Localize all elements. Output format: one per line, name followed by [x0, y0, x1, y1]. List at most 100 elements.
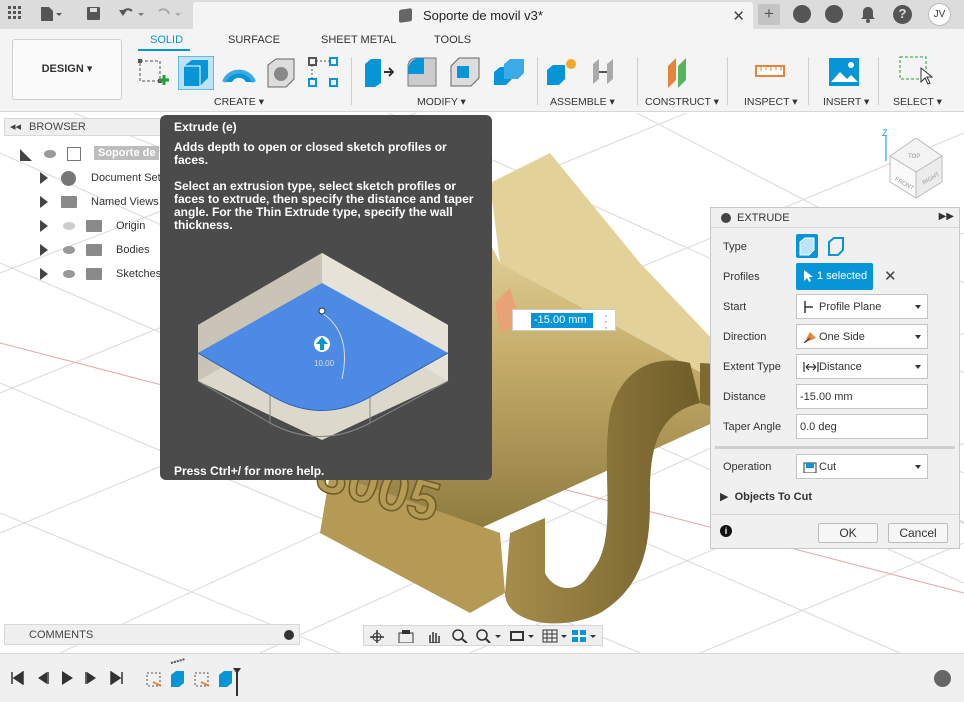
expand-toggle[interactable]: [40, 220, 48, 232]
expand-dialog-icon[interactable]: ▶▶: [939, 211, 954, 222]
start-select[interactable]: Profile Plane: [796, 294, 928, 319]
undo-icon[interactable]: [118, 6, 146, 23]
canvas-distance-value[interactable]: -15.00 mm: [531, 313, 593, 328]
visibility-eye-icon[interactable]: [63, 270, 75, 278]
collapse-browser-icon[interactable]: ◂◂: [10, 120, 21, 133]
display-settings-icon[interactable]: [509, 629, 537, 643]
go-to-end-icon[interactable]: [110, 671, 124, 685]
offset-plane-icon[interactable]: [664, 56, 696, 88]
expand-toggle[interactable]: [40, 268, 48, 280]
tab-surface[interactable]: SURFACE: [228, 34, 280, 46]
step-back-icon[interactable]: [35, 671, 49, 685]
extrude-dialog-header[interactable]: EXTRUDE ▶▶: [711, 208, 959, 228]
comments-panel[interactable]: COMMENTS: [4, 624, 300, 645]
close-tab-icon[interactable]: ✕: [732, 7, 745, 25]
expand-toggle[interactable]: [40, 244, 48, 256]
taper-angle-value[interactable]: 0.0 deg: [800, 421, 837, 433]
objects-to-cut-section[interactable]: ▶ Objects To Cut: [720, 490, 812, 503]
expand-toggle[interactable]: [20, 149, 32, 161]
select-menu[interactable]: SELECT ▾: [893, 96, 942, 108]
distance-input[interactable]: -15.00 mm: [796, 384, 928, 409]
browser-item-document-settings[interactable]: Document Sett: [40, 169, 164, 189]
select-icon[interactable]: [899, 56, 934, 88]
modify-menu[interactable]: MODIFY ▾: [417, 96, 466, 108]
insert-menu[interactable]: INSERT ▾: [823, 96, 869, 108]
fillet-icon[interactable]: [406, 56, 438, 88]
type-solid-button[interactable]: [796, 234, 818, 258]
look-at-icon[interactable]: [398, 629, 414, 643]
assemble-menu[interactable]: ASSEMBLE ▾: [550, 96, 615, 108]
save-icon[interactable]: [86, 6, 102, 23]
create-menu[interactable]: CREATE ▾: [214, 96, 264, 108]
shell-icon[interactable]: [449, 56, 481, 88]
inspect-menu[interactable]: INSPECT ▾: [744, 96, 798, 108]
canvas-distance-input[interactable]: -15.00 mm · · ·: [512, 309, 616, 333]
tab-tools[interactable]: TOOLS: [434, 34, 471, 46]
more-options-icon[interactable]: · · ·: [604, 309, 608, 333]
distance-value[interactable]: -15.00 mm: [800, 391, 853, 403]
visibility-eye-icon[interactable]: [63, 246, 75, 254]
new-tab-button[interactable]: +: [758, 4, 780, 25]
zoom-icon[interactable]: [452, 629, 468, 643]
revolve-icon[interactable]: [222, 56, 256, 88]
type-thin-button[interactable]: [825, 234, 847, 258]
grid-icon[interactable]: [8, 6, 22, 23]
tab-sheet-metal[interactable]: SHEET METAL: [321, 34, 396, 46]
timeline-extrude-1[interactable]: [171, 671, 184, 687]
job-status-icon[interactable]: [825, 5, 843, 23]
timeline-extrude-2[interactable]: [219, 671, 232, 687]
taper-angle-input[interactable]: 0.0 deg: [796, 414, 928, 439]
redo-icon[interactable]: [155, 6, 183, 23]
hole-icon[interactable]: [265, 56, 297, 88]
step-forward-icon[interactable]: [85, 671, 99, 685]
view-cube[interactable]: Z TOP FRONT RIGHT: [876, 126, 956, 206]
tab-solid[interactable]: SOLID: [150, 34, 183, 46]
clear-selection-icon[interactable]: ✕: [884, 267, 897, 285]
timeline-marker[interactable]: [233, 668, 241, 696]
viewports-icon[interactable]: [571, 629, 599, 643]
collapse-dialog-icon[interactable]: [721, 213, 731, 223]
expand-toggle[interactable]: [40, 172, 48, 184]
grid-settings-icon[interactable]: [542, 629, 570, 643]
expand-chevron-icon[interactable]: ▶: [720, 491, 728, 503]
help-icon[interactable]: ?: [893, 5, 912, 24]
create-sketch-icon[interactable]: [137, 56, 169, 88]
ok-button[interactable]: OK: [818, 523, 878, 543]
gear-icon[interactable]: [934, 670, 951, 687]
extent-type-select[interactable]: Distance: [796, 354, 928, 379]
document-tab[interactable]: Soporte de movil v3* ✕: [193, 2, 753, 29]
browser-item-root[interactable]: Soporte de: [20, 145, 160, 165]
measure-icon[interactable]: [754, 56, 786, 88]
insert-image-icon[interactable]: [828, 56, 860, 88]
press-pull-icon[interactable]: [362, 56, 395, 88]
profiles-selection-button[interactable]: 1 selected: [796, 263, 873, 290]
info-icon[interactable]: i: [720, 525, 732, 537]
visibility-eye-icon[interactable]: [44, 150, 56, 158]
direction-select[interactable]: One Side: [796, 324, 928, 349]
timeline-sketch-1[interactable]: [146, 672, 162, 687]
go-to-start-icon[interactable]: [10, 671, 24, 685]
add-comment-icon[interactable]: [284, 630, 294, 640]
workspace-switcher[interactable]: DESIGN ▾: [12, 39, 122, 100]
cancel-button[interactable]: Cancel: [888, 523, 948, 543]
visibility-eye-icon[interactable]: [63, 222, 75, 230]
file-icon[interactable]: [40, 6, 62, 23]
notifications-icon[interactable]: [860, 6, 876, 23]
play-icon[interactable]: [60, 671, 74, 685]
joint-icon[interactable]: [589, 56, 621, 88]
zoom-window-icon[interactable]: [476, 629, 504, 643]
construct-menu[interactable]: CONSTRUCT ▾: [645, 96, 719, 108]
extensions-icon[interactable]: [793, 5, 811, 23]
new-component-icon[interactable]: [545, 56, 577, 88]
expand-toggle[interactable]: [40, 196, 48, 208]
browser-item-sketches[interactable]: Sketches: [40, 265, 161, 285]
avatar[interactable]: JV: [928, 3, 951, 26]
timeline-sketch-2[interactable]: [194, 672, 210, 687]
combine-icon[interactable]: [492, 56, 524, 88]
orbit-icon[interactable]: [369, 629, 385, 643]
browser-item-named-views[interactable]: Named Views: [40, 193, 160, 213]
browser-item-bodies[interactable]: Bodies: [40, 241, 160, 261]
pattern-icon[interactable]: [307, 56, 339, 88]
view-cube-top[interactable]: TOP: [908, 154, 920, 160]
operation-select[interactable]: Cut: [796, 454, 928, 479]
